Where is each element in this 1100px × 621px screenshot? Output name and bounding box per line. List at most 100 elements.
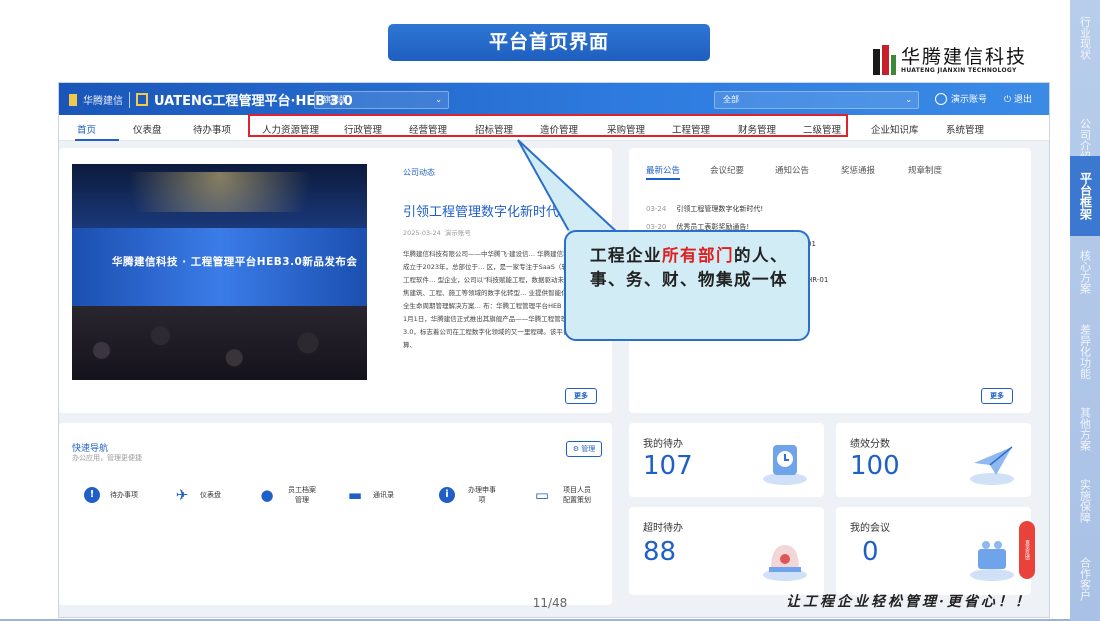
menu-todo[interactable]: 待办事项 (193, 122, 231, 136)
quick-item-label: 办理申事项 (468, 486, 496, 504)
kpi-meetings[interactable]: 我的会议 0 (836, 507, 1031, 595)
callout-pointer (517, 139, 621, 235)
quick-item-label: 员工档案管理 (288, 486, 316, 504)
announcements-more-button[interactable]: 更多 (981, 388, 1013, 404)
kpi-value: 107 (643, 451, 693, 481)
chevron-down-icon: ⌄ (905, 95, 912, 104)
quick-item-label: 仪表盘 (200, 491, 221, 499)
kpi-label: 我的会议 (850, 523, 890, 534)
tab-rules[interactable]: 规章制度 (908, 164, 942, 176)
stage-text: 华腾建信科技 · 工程管理平台HEB3.0新品发布会 (112, 256, 358, 268)
slide-title: 平台首页界面 (388, 24, 710, 61)
monitor-icon: ▭ (534, 486, 550, 504)
paper-plane-icon (970, 446, 1014, 485)
app-topbar: 华腾建信 UATENG工程管理平台·HEB 3.0 旗舰版 ⌄ 全部 ⌄ 演示账… (59, 83, 1049, 115)
audience (72, 306, 367, 380)
tab-notices[interactable]: 通知公告 (775, 164, 809, 176)
tab-rewards[interactable]: 奖惩通报 (841, 164, 875, 176)
feedback-button[interactable]: 意见反馈 (1019, 521, 1035, 579)
meeting-icon (970, 541, 1014, 581)
kpi-my-todo[interactable]: 我的待办 107 (629, 423, 824, 497)
scope-select[interactable]: 全部 ⌄ (714, 91, 919, 109)
alarm-icon (763, 545, 807, 581)
tab-active-underline (646, 178, 680, 180)
announcement-date: 03-24 (646, 205, 667, 213)
kpi-overdue[interactable]: 超时待办 88 (629, 507, 824, 595)
tab-latest[interactable]: 最新公告 (646, 164, 680, 176)
announcement-item[interactable]: 03-24 引领工程管理数字化新时代! (646, 204, 763, 214)
news-meta: 2025-03-24 演示账号 (403, 227, 471, 237)
person-icon: ● (260, 486, 274, 504)
info-icon: i (439, 487, 455, 503)
tab-minutes[interactable]: 会议纪要 (710, 164, 744, 176)
footer-slogan: 让工程企业轻松管理·更省心！！ (786, 594, 1032, 610)
quick-nav-subtitle: 办公应用，管理更便捷 (72, 454, 142, 462)
quick-item-employee[interactable]: ● 员工档案管理 (259, 485, 319, 505)
page-number: 11/48 (532, 596, 568, 610)
department-menu-highlight (248, 114, 848, 137)
section-nav-item[interactable]: 合作客户 (1070, 540, 1100, 618)
quick-item-label: 待办事项 (110, 491, 138, 499)
alert-icon: ! (84, 487, 100, 503)
brand-small-text: 华腾建信 (83, 96, 123, 107)
chevron-down-icon: ⌄ (435, 95, 442, 104)
callout-text: 工程企业所有部门的人、事、务、财、物集成一体 (576, 244, 802, 292)
app-logo[interactable]: 华腾建信 UATENG工程管理平台·HEB 3.0 (69, 90, 353, 109)
kpi-value: 0 (862, 537, 879, 567)
news-date: 2025-03-24 (403, 229, 441, 237)
announcement-text: HR-01 (807, 276, 829, 284)
logo-mark-icon (873, 45, 896, 75)
kpi-label: 超时待办 (643, 523, 683, 534)
logo-text-cn: 华腾建信科技 (901, 45, 1028, 68)
announcement-text: 引领工程管理数字化新时代! (676, 205, 764, 213)
kpi-value: 88 (643, 537, 677, 567)
kpi-label: 我的待办 (643, 439, 683, 450)
kpi-value: 100 (850, 451, 900, 481)
section-nav-item[interactable]: 实施保障 (1070, 464, 1100, 538)
menu-dashboard[interactable]: 仪表盘 (133, 122, 162, 136)
news-photo[interactable]: 华腾建信科技 · 工程管理平台HEB3.0新品发布会 (72, 164, 367, 380)
edition-select[interactable]: 旗舰版 ⌄ (314, 91, 449, 109)
quick-nav-manage-button[interactable]: ⚙ 管理 (566, 441, 602, 457)
clock-icon (763, 445, 807, 485)
quick-item-label: 项目人员配置策划 (563, 486, 591, 504)
menu-knowledge[interactable]: 企业知识库 (871, 122, 919, 136)
section-nav-item[interactable]: 行业现状 (1070, 2, 1100, 74)
menu-home[interactable]: 首页 (77, 122, 96, 136)
menu-active-underline (75, 139, 119, 141)
news-section-title: 公司动态 (403, 168, 435, 177)
right-section-nav: 行业现状 公司介绍 平台框架 核心方案 差异化功能 其他方案 实施保障 合作客户 (1070, 0, 1100, 621)
user-name: 演示账号 (951, 95, 988, 105)
quick-item-staffing[interactable]: ▭ 项目人员配置策划 (534, 485, 594, 505)
quick-nav-card: 快速导航 办公应用，管理更便捷 ⚙ 管理 ! 待办事项 ✈ 仪表盘 ● 员工档案… (59, 423, 612, 605)
news-more-button[interactable]: 更多 (565, 388, 597, 404)
quick-item-affairs[interactable]: i 办理申事项 (439, 485, 499, 505)
quick-item-label: 通讯录 (373, 491, 394, 499)
callout-highlight: 所有部门 (662, 246, 734, 265)
edition-select-value: 旗舰版 (323, 95, 347, 104)
section-nav-item[interactable]: 其他方案 (1070, 394, 1100, 464)
kpi-label: 绩效分数 (850, 439, 890, 450)
quick-item-contacts[interactable]: ▬ 通讯录 (347, 487, 394, 503)
company-logo: 华腾建信科技 HUATENG JIANXIN TECHNOLOGY (873, 45, 1027, 75)
stage-lights (72, 172, 367, 212)
announcement-item[interactable]: HR-01 (807, 276, 828, 284)
section-nav-item[interactable]: 核心方案 (1070, 236, 1100, 308)
plane-icon: ✈ (175, 486, 189, 504)
kpi-performance[interactable]: 绩效分数 100 (836, 423, 1031, 497)
quick-item-todo[interactable]: ! 待办事项 (84, 487, 138, 503)
menu-system[interactable]: 系统管理 (946, 122, 984, 136)
user-icon (935, 92, 947, 105)
quick-item-dashboard[interactable]: ✈ 仪表盘 (174, 487, 221, 503)
logout-button[interactable]: ⏻ 退出 (1004, 92, 1032, 105)
callout-box: 工程企业所有部门的人、事、务、财、物集成一体 (564, 230, 810, 341)
slide: 平台首页界面 华腾建信科技 HUATENG JIANXIN TECHNOLOGY… (0, 0, 1100, 621)
brand-h-icon (136, 93, 148, 106)
user-menu[interactable]: 演示账号 (935, 92, 987, 105)
news-author: 演示账号 (444, 229, 471, 237)
brand-divider (129, 91, 130, 108)
manage-label: 管理 (581, 445, 596, 453)
briefcase-icon: ▬ (347, 486, 363, 504)
section-nav-item-active[interactable]: 平台框架 (1070, 156, 1100, 236)
section-nav-item[interactable]: 差异化功能 (1070, 308, 1100, 394)
